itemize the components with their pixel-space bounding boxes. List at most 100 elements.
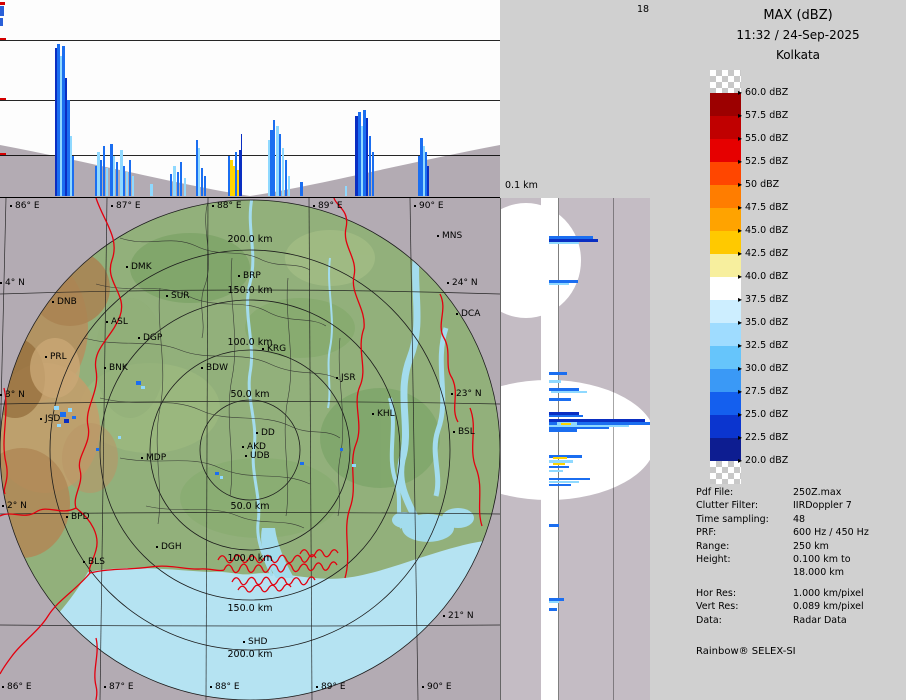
latitude-label: 3° N [0, 390, 25, 400]
echo-column [204, 176, 206, 196]
metadata-value: 0.100 km to [793, 554, 851, 566]
station-name: Kolkata [775, 48, 821, 62]
colorbar-block [710, 231, 741, 254]
echo-row [549, 429, 577, 432]
echo-column [132, 176, 134, 196]
legend-panel: MAX (dBZ) 11:32 / 24-Sep-2025 Kolkata ▸ 6… [650, 0, 906, 700]
metadata-label: Hor Res: [696, 587, 737, 599]
range-ring-label: 200.0 km [227, 649, 273, 660]
latitude-label: 24° N [447, 278, 478, 288]
echo-column [345, 186, 347, 196]
metadata-row: Time sampling: 48 [696, 513, 901, 526]
echo-column [198, 148, 200, 196]
echo-row [549, 601, 559, 603]
echo-row [549, 478, 590, 480]
echo-row [549, 524, 559, 527]
echo-row [549, 415, 583, 417]
metadata-value: 250Z.max [793, 487, 842, 498]
legend-label: ▸ 45.0 dBZ [738, 225, 789, 236]
city-label: DMK [126, 262, 152, 272]
city-label: DGP [138, 333, 162, 343]
range-ring-label: 100.0 km [227, 553, 273, 564]
city-label: SUR [166, 291, 190, 301]
city-label: KRG [262, 344, 286, 354]
legend-label: ▸ 25.0 dBZ [738, 409, 789, 420]
echo-row [551, 391, 587, 393]
metadata-value: IIRDoppler 7 [793, 500, 852, 512]
longitude-label: 87° E [111, 201, 141, 211]
metadata-row: Vert Res: 0.089 km/pixel [696, 600, 901, 613]
legend-label: ▸ 42.5 dBZ [738, 248, 789, 259]
metadata-value: Radar Data [793, 614, 847, 626]
metadata-label: Height: [696, 554, 731, 566]
echo-column [170, 174, 172, 196]
colorbar-block [710, 208, 741, 231]
metadata-label: Range: [696, 540, 730, 552]
latitude-label: 21° N [443, 611, 474, 621]
metadata-value: 1.000 km/pixel [793, 587, 864, 599]
city-label: BSL [453, 427, 475, 437]
metadata-row: PRF: 600 Hz / 450 Hz [696, 526, 901, 539]
legend-label: ▸ 30.0 dBZ [738, 363, 789, 374]
echo-column [184, 178, 186, 196]
echo-column [126, 172, 128, 196]
echo-column [106, 168, 108, 196]
range-ring-label: 150.0 km [227, 285, 273, 296]
echo-row [549, 398, 571, 401]
colorbar-block [710, 254, 741, 277]
echo-column [129, 160, 131, 196]
city-label: BLS [83, 557, 105, 567]
city-label: SHD [243, 637, 267, 647]
echo-column [100, 160, 102, 196]
echo-column [288, 176, 290, 196]
echo-column [427, 166, 429, 196]
colorbar-block [710, 369, 741, 392]
echo-column [300, 182, 303, 196]
legend-label: ▸ 40.0 dBZ [738, 271, 789, 282]
metadata-label [696, 566, 793, 579]
echo-row [549, 608, 557, 611]
echo-column [282, 148, 284, 196]
map-labels: 200.0 km 150.0 km 100.0 km 50.0 km 50.0 km 10… [0, 198, 500, 700]
metadata-row: 18.000 km [696, 566, 901, 579]
metadata-label: Time sampling: [696, 513, 769, 525]
city-label: ASL [106, 317, 128, 327]
top-panel-echoes [0, 0, 500, 197]
range-ring-label: 50.0 km [230, 389, 270, 400]
echo-column [113, 156, 115, 196]
echo-column [369, 136, 371, 196]
legend-label: ▸ 55.0 dBZ [738, 133, 789, 144]
metadata-value: 18.000 km [793, 567, 845, 579]
echo-row [549, 372, 567, 375]
metadata-label: Vert Res: [696, 601, 739, 613]
legend-label: ▸ 22.5 dBZ [738, 432, 789, 443]
colorbar-block [710, 162, 741, 185]
legend-label: ▸ 57.5 dBZ [738, 110, 789, 121]
metadata-row: Pdf File: 250Z.max [696, 486, 901, 499]
echo-column [372, 152, 374, 196]
metadata-value: 250 km [793, 540, 829, 552]
echo-row [549, 466, 569, 468]
city-label: DCA [456, 309, 480, 319]
colorbar-block [710, 438, 741, 461]
colorbar-checker-top [710, 70, 741, 93]
height-axis-min-label: 0.1 km [505, 180, 538, 191]
echo-column [103, 146, 105, 196]
longitude-label: 88° E [210, 682, 240, 692]
city-label: PRL [45, 352, 67, 362]
longitude-label: 88° E [212, 201, 242, 211]
metadata-label: Clutter Filter: [696, 500, 759, 512]
echo-column [116, 162, 118, 196]
echo-column [201, 168, 203, 196]
city-label: JSD [40, 414, 60, 424]
metadata-row: Clutter Filter: IIRDoppler 7 [696, 499, 901, 512]
colorbar-block [710, 277, 741, 300]
metadata-row: Height: 0.100 km to [696, 553, 901, 566]
map-panel: 200.0 km 150.0 km 100.0 km 50.0 km 50.0 km 10… [0, 198, 500, 700]
city-label: KHL [372, 409, 395, 419]
echo-row [549, 380, 561, 383]
legend-label: ▸ 35.0 dBZ [738, 317, 789, 328]
colorbar [710, 70, 741, 484]
city-label: BRP [238, 271, 261, 281]
longitude-label: 89° E [313, 201, 343, 211]
